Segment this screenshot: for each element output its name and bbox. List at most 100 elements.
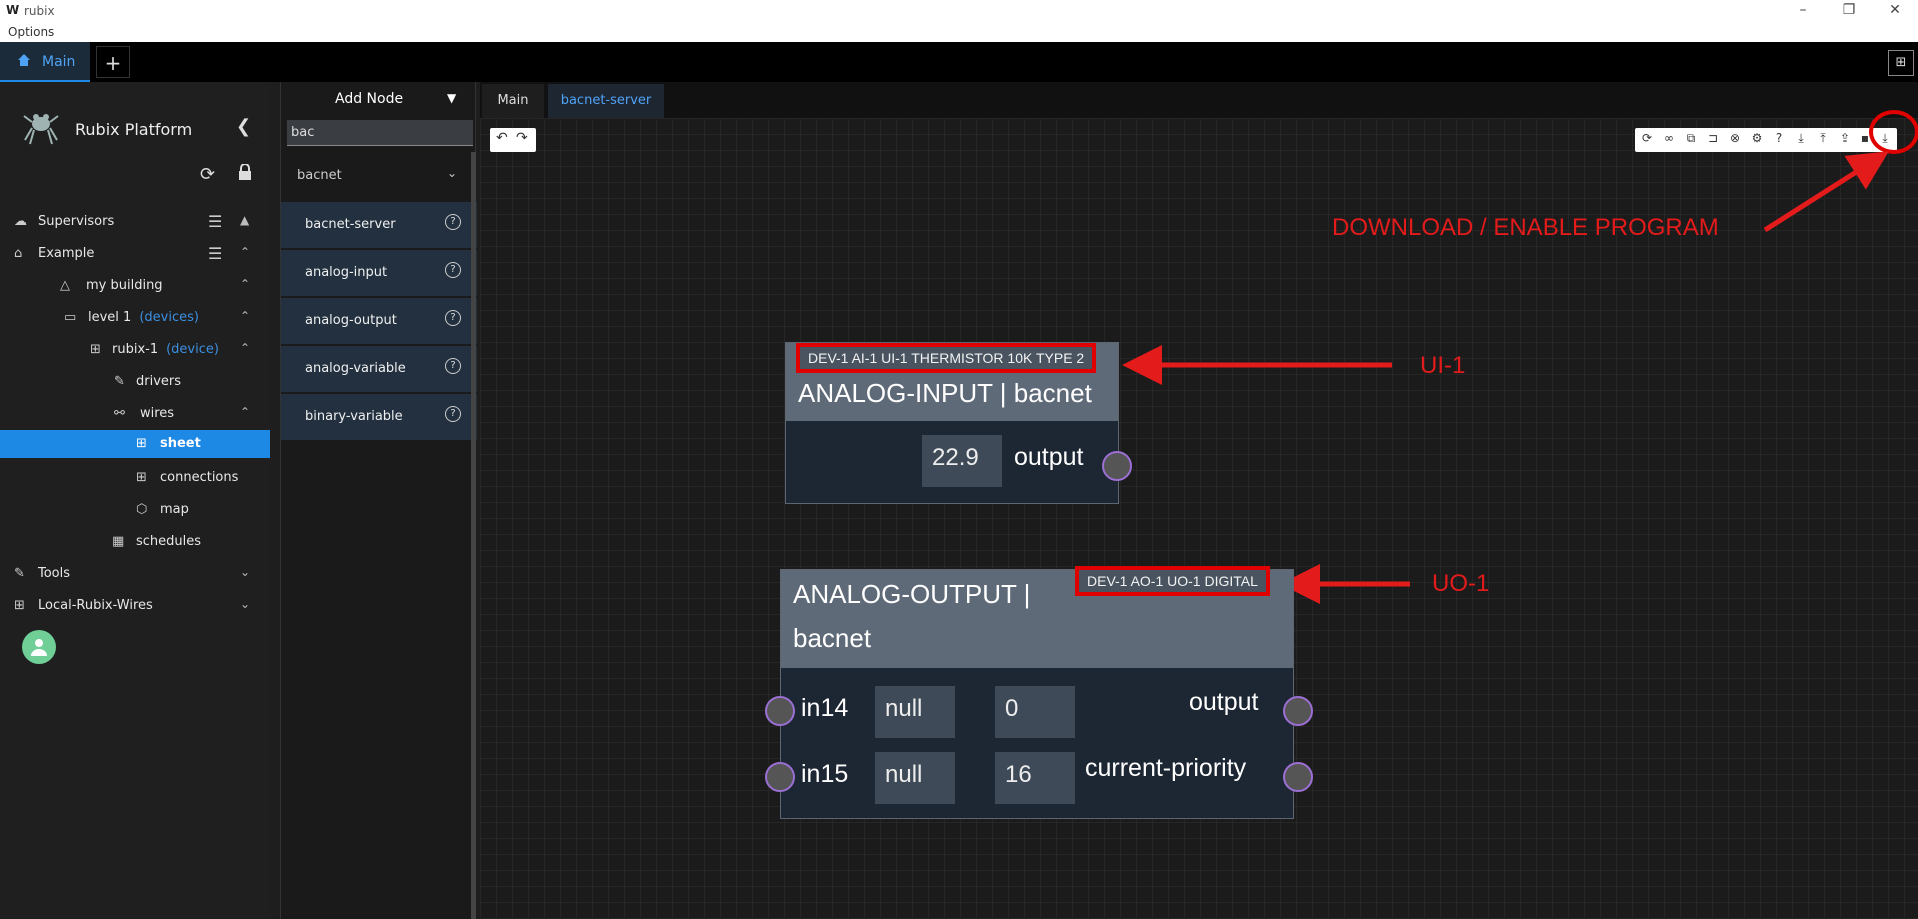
chevron-up-icon[interactable]: ⌃: [240, 245, 250, 259]
tab-bacnet-server[interactable]: bacnet-server: [548, 84, 664, 118]
sidebar-item-label: drivers: [136, 374, 182, 389]
chevron-up-icon[interactable]: ⌃: [240, 309, 250, 323]
annotation-ui1: UI-1: [1420, 352, 1466, 379]
sidebar-item-local-rubix-wires[interactable]: ⊞ Local-Rubix-Wires ⌄: [0, 590, 270, 622]
chevron-up-icon[interactable]: ⌃: [240, 405, 250, 419]
node-label-ui1: DEV-1 AI-1 UI-1 THERMISTOR 10K TYPE 2: [796, 343, 1097, 373]
category-bacnet[interactable]: bacnet ⌄: [281, 154, 477, 198]
sidebar-item-label: wires: [140, 406, 175, 421]
frog-logo-icon: [22, 106, 60, 146]
help-icon[interactable]: ?: [445, 262, 461, 278]
device-tree-icon: ⊞: [90, 342, 101, 357]
sidebar-item-label: Tools: [38, 566, 71, 581]
sidebar-item-map[interactable]: ⬡ map: [0, 494, 270, 526]
minimize-button[interactable]: –: [1788, 2, 1818, 18]
wrench-icon: ✎: [114, 374, 125, 389]
output-port[interactable]: [1283, 696, 1313, 726]
current-priority-port[interactable]: [1283, 762, 1313, 792]
node-item-analog-input[interactable]: analog-input ?: [281, 250, 477, 297]
sidebar-item-supervisors[interactable]: ☁ Supervisors ☰ ▲: [0, 206, 270, 238]
sidebar-item-connections[interactable]: ⊞ connections: [0, 462, 270, 494]
lock-icon[interactable]: [238, 163, 252, 184]
input-port-in14[interactable]: [765, 696, 795, 726]
tab-main[interactable]: Main: [0, 42, 90, 82]
sidebar-item-example[interactable]: ⌂ Example ☰ ⌃: [0, 238, 270, 270]
sidebar-item-rubix-1[interactable]: ⊞ rubix-1 (device) ⌃: [0, 334, 270, 366]
sidebar-item-tools[interactable]: ✎ Tools ⌄: [0, 558, 270, 590]
editor-tab-bar: Main bacnet-server: [480, 82, 1918, 118]
collapse-sidebar-icon[interactable]: ❮: [236, 116, 251, 137]
chevron-up-icon[interactable]: ⌃: [240, 341, 250, 355]
help-icon[interactable]: ?: [445, 358, 461, 374]
wires-canvas[interactable]: ↶ ↷ ⟳ ∞ ⧉ ⊐ ⊗ ⚙ ? ⤓ ⤒ ⇪ ▪ ⤓ DOWNLOAD / E…: [480, 110, 1918, 919]
layout-toggle-icon[interactable]: ⊞: [1888, 50, 1914, 76]
output-value: 22.9: [922, 435, 1002, 487]
brand-name: Rubix Platform: [75, 120, 193, 139]
sheet-icon: ⊞: [136, 436, 147, 451]
sidebar-item-label: sheet: [160, 436, 201, 451]
analog-output-node[interactable]: ANALOG-OUTPUT | bacnet DEV-1 AO-1 UO-1 D…: [765, 566, 1313, 819]
sidebar-item-label: Example: [38, 246, 95, 261]
building-icon: △: [60, 278, 70, 293]
node-title-line1: ANALOG-OUTPUT |: [793, 579, 1031, 609]
refresh-icon[interactable]: ⟳: [200, 164, 215, 185]
sidebar-item-label: level 1 (devices): [88, 310, 199, 325]
category-label: bacnet: [297, 168, 342, 183]
close-button[interactable]: ✕: [1880, 2, 1910, 18]
map-icon: ⬡: [136, 502, 148, 517]
output-value: 0: [995, 686, 1075, 738]
window-title: rubix: [24, 4, 55, 18]
sidebar-item-label: Supervisors: [38, 214, 115, 229]
sidebar-item-drivers[interactable]: ✎ drivers: [0, 366, 270, 398]
connections-icon: ⊞: [136, 470, 147, 485]
sidebar-item-label: schedules: [136, 534, 202, 549]
node-item-analog-variable[interactable]: analog-variable ?: [281, 346, 477, 393]
chevron-down-icon[interactable]: ⌄: [240, 597, 250, 611]
output-port[interactable]: [1102, 451, 1132, 481]
chevron-down-icon: ⌄: [447, 166, 458, 180]
in15-label: in15: [801, 760, 849, 788]
in14-value[interactable]: null: [875, 686, 955, 738]
sidebar-item-sheet[interactable]: ⊞ sheet: [0, 430, 270, 458]
add-tab-button[interactable]: +: [96, 46, 130, 78]
in15-value[interactable]: null: [875, 752, 955, 804]
cloud-icon: ☁: [14, 214, 27, 229]
chevron-up-icon[interactable]: ▲: [240, 213, 249, 227]
chevron-down-icon[interactable]: ⌄: [240, 565, 250, 579]
sidebar-item-label: map: [160, 502, 189, 517]
node-label-uo1: DEV-1 AO-1 UO-1 DIGITAL: [1075, 566, 1270, 596]
node-item-analog-output[interactable]: analog-output ?: [281, 298, 477, 345]
restore-button[interactable]: ❐: [1834, 2, 1864, 18]
avatar[interactable]: [22, 630, 56, 664]
menu-icon[interactable]: ☰: [208, 212, 222, 231]
output-port-label: output: [1189, 688, 1259, 716]
sidebar-item-label: connections: [160, 470, 239, 485]
chevron-up-icon[interactable]: ⌃: [240, 277, 250, 291]
node-item-bacnet-server[interactable]: bacnet-server ?: [281, 202, 477, 249]
menu-icon[interactable]: ☰: [208, 244, 222, 263]
app-tab-strip: Main + ⊞: [0, 42, 1918, 82]
app-logo-icon: W: [6, 3, 20, 17]
sidebar-item-schedules[interactable]: ▦ schedules: [0, 526, 270, 558]
node-title: ANALOG-INPUT | bacnet: [798, 378, 1092, 408]
home-icon: [16, 52, 32, 72]
in14-label: in14: [801, 694, 849, 722]
node-item-label: analog-input: [305, 265, 388, 280]
annotation-uo1: UO-1: [1432, 570, 1490, 597]
menu-options[interactable]: Options: [8, 25, 54, 39]
tab-main-sheet[interactable]: Main: [482, 84, 544, 118]
help-icon[interactable]: ?: [445, 310, 461, 326]
sidebar-item-my-building[interactable]: △ my building ⌃: [0, 270, 270, 302]
scrollbar[interactable]: [471, 152, 476, 919]
sidebar-item-level-1[interactable]: ▭ level 1 (devices) ⌃: [0, 302, 270, 334]
input-port-in15[interactable]: [765, 762, 795, 792]
sidebar-item-wires[interactable]: ⚯ wires ⌃: [0, 398, 270, 430]
help-icon[interactable]: ?: [445, 406, 461, 422]
help-icon[interactable]: ?: [445, 214, 461, 230]
node-item-binary-variable[interactable]: binary-variable ?: [281, 394, 477, 441]
node-palette: Add Node ▼ bacnet ⌄ bacnet-server ? anal…: [280, 82, 477, 919]
node-search-input[interactable]: [287, 120, 473, 146]
home-icon: ⌂: [14, 246, 23, 261]
analog-input-node[interactable]: ANALOG-INPUT | bacnet DEV-1 AI-1 UI-1 TH…: [785, 342, 1132, 504]
add-node-dropdown[interactable]: Add Node ▼: [281, 82, 477, 118]
